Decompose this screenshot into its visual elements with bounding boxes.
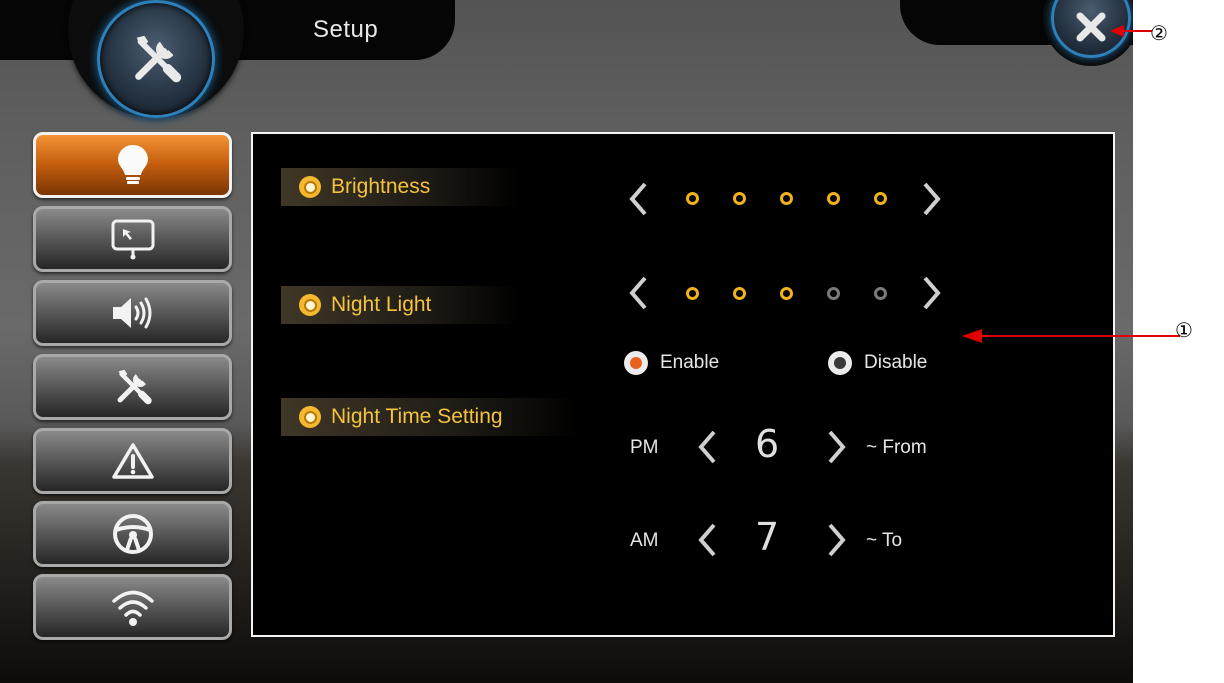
settings-panel: Brightness Night Light Night Time Settin… — [251, 132, 1115, 637]
to-period: AM — [630, 530, 659, 551]
brightness-level-dot — [874, 192, 887, 205]
bulb-icon — [117, 145, 148, 184]
from-hour-value: 6 — [755, 422, 780, 466]
from-hour-decrease-button[interactable] — [696, 429, 718, 465]
close-icon — [1076, 12, 1106, 42]
from-period: PM — [630, 437, 659, 458]
wifi-icon — [111, 590, 154, 626]
night-light-level-dot — [874, 287, 887, 300]
brightness-decrease-button[interactable] — [627, 181, 649, 217]
callout-label-1: ① — [1175, 318, 1193, 342]
night-time-label-text: Night Time Setting — [331, 405, 503, 428]
callout-arrow-1 — [962, 329, 1180, 343]
tools-icon — [117, 369, 152, 405]
bullet-icon — [299, 176, 321, 198]
from-hour-increase-button[interactable] — [826, 429, 848, 465]
night-time-label: Night Time Setting — [281, 398, 579, 436]
brightness-increase-button[interactable] — [921, 181, 943, 217]
night-light-increase-button[interactable] — [921, 275, 943, 311]
speaker-icon — [112, 297, 151, 329]
brightness-level-dot — [733, 192, 746, 205]
night-light-level-dot — [686, 287, 699, 300]
to-label: ~ To — [866, 530, 903, 551]
steering-wheel-icon — [112, 514, 153, 554]
brightness-label-text: Brightness — [331, 175, 431, 198]
sidebar-item-wireless[interactable] — [33, 574, 232, 640]
page-title: Setup — [313, 16, 379, 43]
bullet-icon — [299, 294, 321, 316]
disable-radio-label: Disable — [864, 352, 928, 373]
from-label: ~ From — [866, 437, 927, 458]
warning-icon — [111, 443, 154, 479]
sidebar-item-steering[interactable] — [33, 501, 232, 567]
night-light-decrease-button[interactable] — [627, 275, 649, 311]
disable-radio[interactable]: Disable — [828, 351, 927, 375]
to-hour-increase-button[interactable] — [826, 522, 848, 558]
sidebar-item-screen[interactable] — [33, 206, 232, 272]
brightness-level-dot — [827, 192, 840, 205]
enable-radio[interactable]: Enable — [624, 351, 719, 375]
brightness-level-dot — [780, 192, 793, 205]
touch-screen-icon — [111, 219, 154, 260]
radio-unselected-icon — [828, 351, 852, 375]
radio-selected-icon — [624, 351, 648, 375]
sidebar-item-sound[interactable] — [33, 280, 232, 346]
setup-emblem — [68, 0, 244, 118]
night-light-level-dot — [780, 287, 793, 300]
tools-icon — [135, 35, 182, 83]
enable-radio-label: Enable — [660, 352, 720, 373]
to-hour-decrease-button[interactable] — [696, 522, 718, 558]
night-light-level-dot — [827, 287, 840, 300]
sidebar-item-display[interactable] — [33, 132, 232, 198]
to-hour-value: 7 — [755, 515, 780, 559]
callout-arrow-2 — [1110, 25, 1152, 37]
bullet-icon — [299, 406, 321, 428]
brightness-level-dot — [686, 192, 699, 205]
callout-label-2: ② — [1150, 21, 1168, 45]
night-light-label-text: Night Light — [331, 293, 432, 316]
sidebar-item-tools[interactable] — [33, 354, 232, 420]
night-light-level-dot — [733, 287, 746, 300]
night-light-label: Night Light — [281, 286, 519, 324]
sidebar-item-warning[interactable] — [33, 428, 232, 494]
brightness-label: Brightness — [281, 168, 519, 206]
